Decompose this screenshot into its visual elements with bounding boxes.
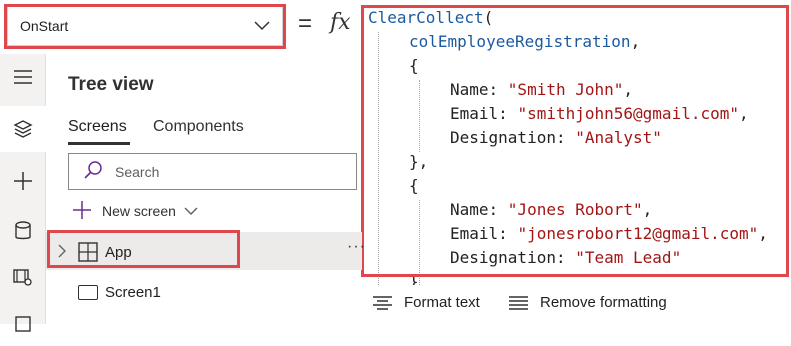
format-text-icon bbox=[373, 295, 392, 310]
tab-screens[interactable]: Screens bbox=[68, 118, 127, 136]
tree-item-screen1[interactable]: Screen1 bbox=[105, 284, 161, 301]
left-rail bbox=[0, 54, 46, 332]
more-options-icon[interactable]: ··· bbox=[347, 238, 366, 256]
database-icon[interactable] bbox=[0, 208, 46, 254]
equals-sign: = bbox=[298, 10, 313, 37]
tree-view-title: Tree view bbox=[68, 74, 154, 95]
format-text-label: Format text bbox=[404, 294, 480, 311]
layers-icon[interactable] bbox=[0, 106, 46, 152]
remove-formatting-button[interactable]: Remove formatting bbox=[508, 294, 667, 311]
property-dropdown-highlight bbox=[4, 4, 286, 49]
active-tab-indicator bbox=[68, 142, 130, 145]
tab-components[interactable]: Components bbox=[153, 118, 244, 136]
new-screen-label: New screen bbox=[102, 203, 176, 219]
search-input[interactable] bbox=[113, 162, 337, 181]
remove-formatting-icon bbox=[509, 295, 528, 310]
search-icon bbox=[83, 160, 103, 183]
screen-icon bbox=[78, 285, 98, 300]
fx-icon[interactable]: fx bbox=[330, 10, 351, 35]
menu-icon[interactable] bbox=[0, 54, 46, 100]
plus-icon bbox=[72, 200, 92, 223]
media-icon[interactable] bbox=[0, 254, 46, 300]
chevron-down-icon bbox=[184, 203, 198, 219]
plus-icon[interactable] bbox=[0, 158, 46, 204]
format-text-button[interactable]: Format text bbox=[372, 294, 480, 311]
new-screen-button[interactable]: New screen bbox=[72, 200, 198, 222]
formula-highlight bbox=[361, 5, 789, 277]
search-box[interactable] bbox=[68, 153, 357, 190]
app-highlight bbox=[47, 230, 240, 268]
tools-icon[interactable] bbox=[0, 300, 46, 346]
remove-formatting-label: Remove formatting bbox=[540, 294, 667, 311]
